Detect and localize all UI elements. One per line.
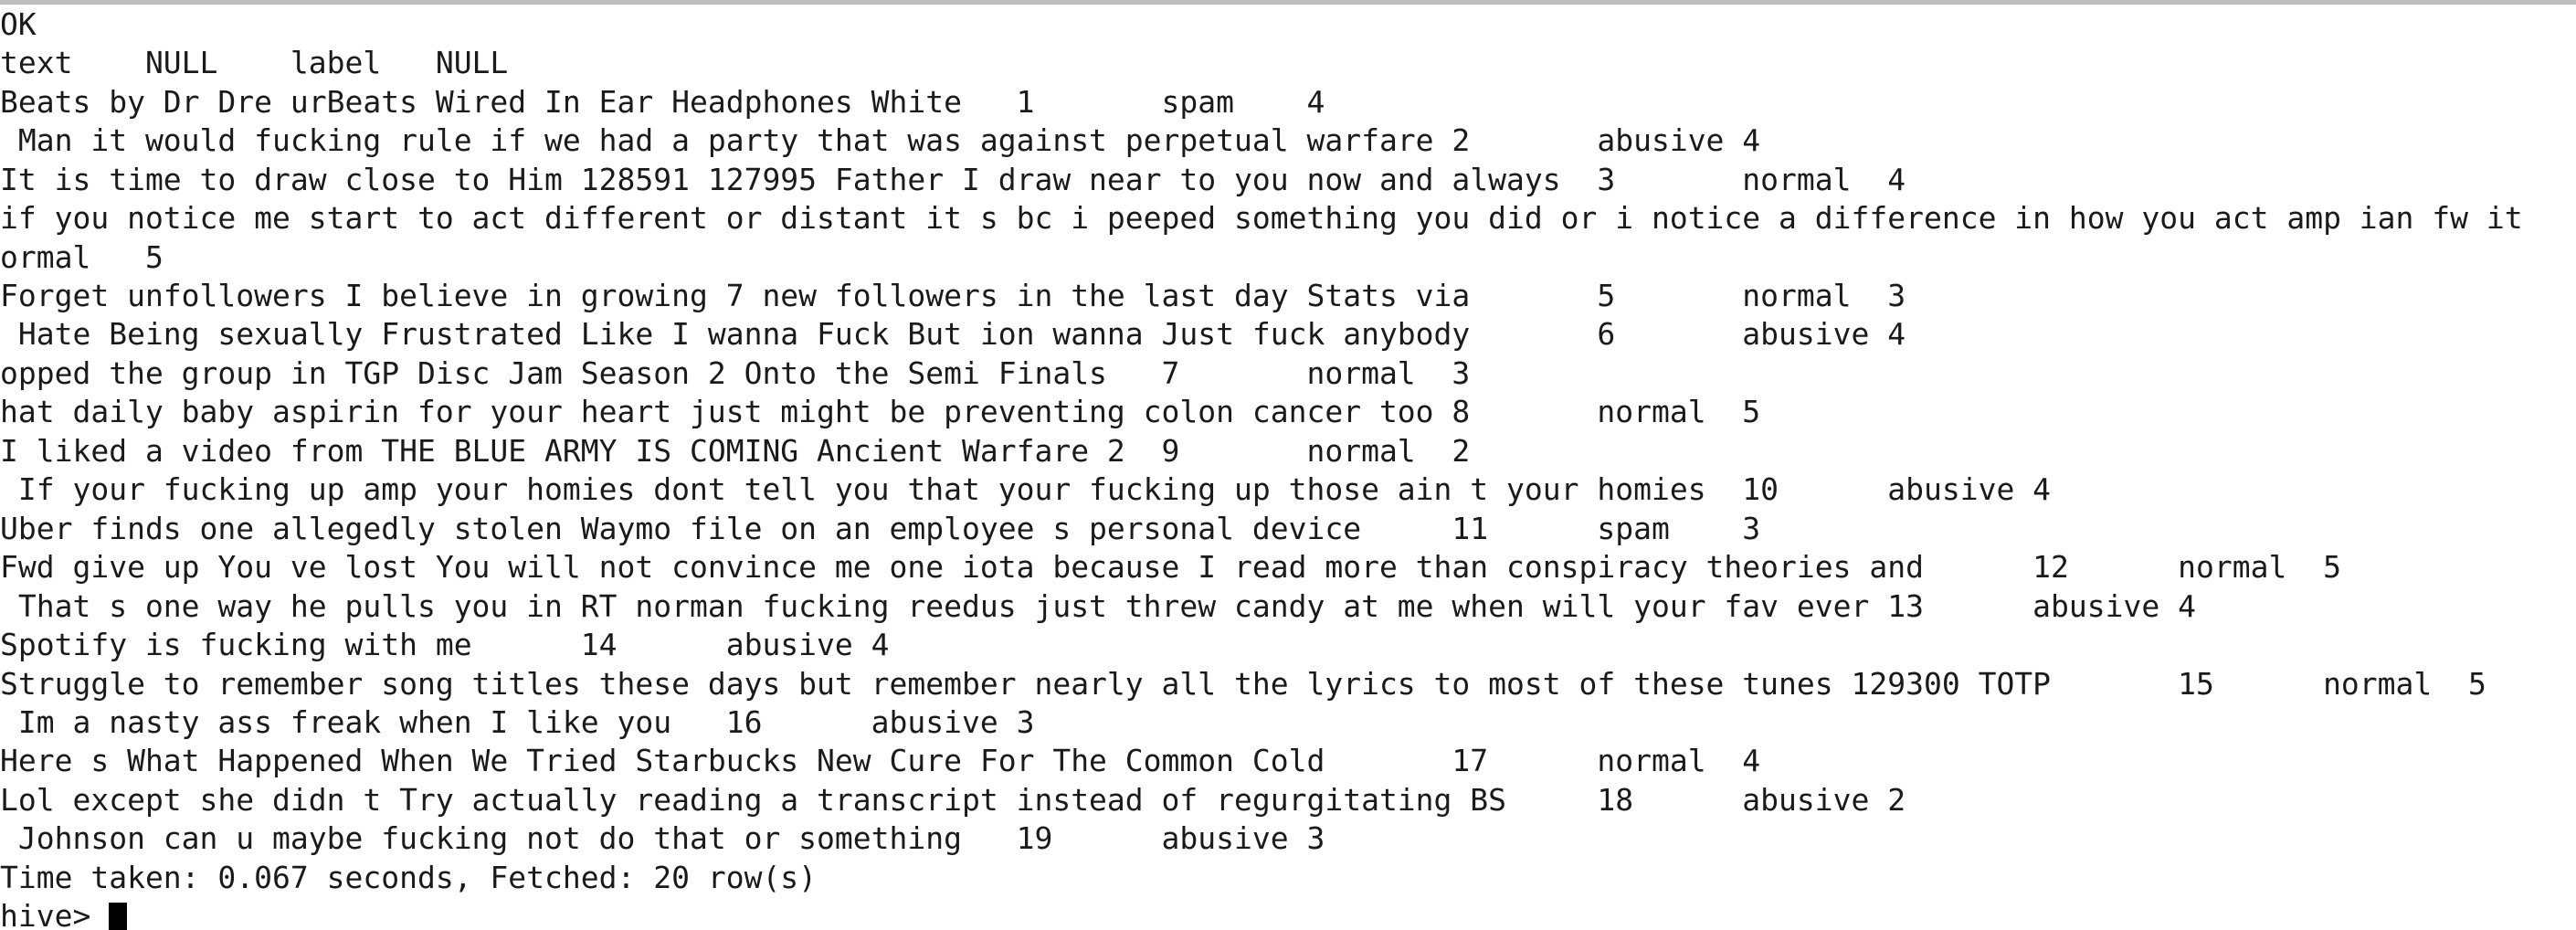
result-row: I liked a video from THE BLUE ARMY IS CO…: [0, 433, 1471, 469]
text-cursor: [109, 903, 128, 930]
result-row: hat daily baby aspirin for your heart ju…: [0, 394, 1761, 429]
prompt-line[interactable]: hive>: [0, 897, 128, 930]
result-row: Struggle to remember song titles these d…: [0, 666, 2486, 702]
terminal-output[interactable]: OK text NULL label NULL Beats by Dr Dre …: [0, 0, 2576, 930]
result-row: if you notice me start to act different …: [0, 200, 2523, 236]
status-line: OK: [0, 6, 37, 42]
column-header-line: text NULL label NULL: [0, 45, 509, 80]
result-row: opped the group in TGP Disc Jam Season 2…: [0, 355, 1471, 391]
result-row: It is time to draw close to Him 128591 1…: [0, 162, 1906, 197]
result-row: Fwd give up You ve lost You will not con…: [0, 549, 2341, 585]
result-row: Uber finds one allegedly stolen Waymo fi…: [0, 511, 1761, 546]
result-row: Forget unfollowers I believe in growing …: [0, 278, 1906, 313]
result-row: ormal 5: [0, 239, 164, 275]
result-row: Johnson can u maybe fucking not do that …: [0, 820, 1325, 856]
result-row: Hate Being sexually Frustrated Like I wa…: [0, 316, 1906, 352]
result-row: That s one way he pulls you in RT norman…: [0, 588, 2196, 624]
result-row: Lol except she didn t Try actually readi…: [0, 782, 1906, 818]
result-row: Im a nasty ass freak when I like you 16 …: [0, 704, 1035, 740]
result-row: If your fucking up amp your homies dont …: [0, 471, 2052, 507]
result-row: Spotify is fucking with me 14 abusive 4: [0, 627, 890, 662]
result-row: Man it would fucking rule if we had a pa…: [0, 122, 1761, 158]
query-summary-line: Time taken: 0.067 seconds, Fetched: 20 r…: [0, 860, 818, 895]
hive-prompt: hive>: [0, 898, 110, 930]
result-row: Beats by Dr Dre urBeats Wired In Ear Hea…: [0, 84, 1325, 120]
result-row: Here s What Happened When We Tried Starb…: [0, 743, 1761, 778]
